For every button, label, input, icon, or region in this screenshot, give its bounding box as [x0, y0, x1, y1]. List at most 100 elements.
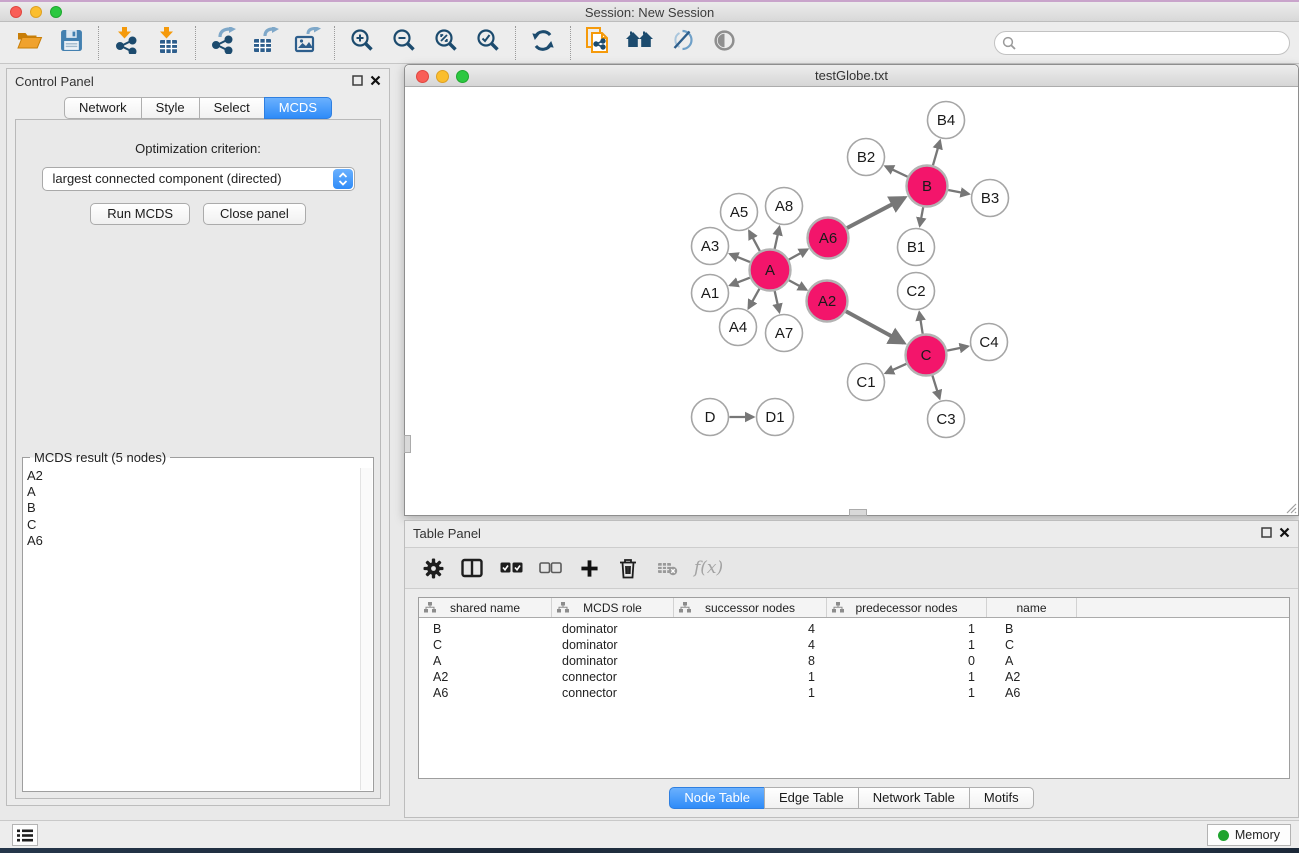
zoom-in-button[interactable] — [341, 25, 383, 61]
network-minimize-button[interactable] — [436, 70, 449, 83]
network-close-button[interactable] — [416, 70, 429, 83]
tab-motifs[interactable]: Motifs — [969, 787, 1034, 809]
network-zoom-button[interactable] — [456, 70, 469, 83]
mcds-result-item[interactable]: A6 — [27, 533, 373, 549]
show-hide-eye-button[interactable] — [703, 25, 745, 61]
optimization-criterion-select[interactable]: largest connected component (directed) — [42, 167, 355, 191]
zoom-fit-button[interactable] — [425, 25, 467, 61]
graph-node-A6[interactable]: A6 — [808, 218, 849, 259]
graph-node-B3[interactable]: B3 — [972, 180, 1009, 217]
close-panel-icon[interactable] — [370, 75, 381, 86]
tab-select[interactable]: Select — [199, 97, 265, 119]
graph-edge[interactable] — [789, 249, 808, 259]
graph-edge[interactable] — [947, 346, 968, 350]
column-header-shared-name[interactable]: shared name — [419, 598, 552, 617]
splitter-handle-bottom[interactable] — [849, 509, 867, 516]
graph-node-A7[interactable]: A7 — [766, 315, 803, 352]
graph-edge[interactable] — [933, 141, 940, 166]
graph-node-D1[interactable]: D1 — [757, 399, 794, 436]
create-column-button[interactable] — [577, 556, 601, 580]
graph-node-B[interactable]: B — [907, 166, 948, 207]
tab-edge-table[interactable]: Edge Table — [764, 787, 859, 809]
graph-node-C4[interactable]: C4 — [971, 324, 1008, 361]
export-table-button[interactable] — [244, 25, 286, 61]
close-panel-button[interactable]: Close panel — [203, 203, 306, 225]
graph-edge[interactable] — [789, 280, 806, 290]
graph-node-C[interactable]: C — [906, 335, 947, 376]
zoom-out-button[interactable] — [383, 25, 425, 61]
graph-node-A2[interactable]: A2 — [807, 281, 848, 322]
tab-network-table[interactable]: Network Table — [858, 787, 970, 809]
graph-node-C1[interactable]: C1 — [848, 364, 885, 401]
table-row[interactable]: A2connector11A2 — [419, 669, 1289, 685]
float-panel-icon[interactable] — [1261, 527, 1272, 538]
table-row[interactable]: A6connector11A6 — [419, 685, 1289, 701]
graph-edge[interactable] — [730, 278, 750, 286]
graph-node-A4[interactable]: A4 — [720, 309, 757, 346]
tab-style[interactable]: Style — [141, 97, 200, 119]
graph-node-B1[interactable]: B1 — [898, 229, 935, 266]
zoom-selected-button[interactable] — [467, 25, 509, 61]
delete-column-button[interactable] — [616, 556, 640, 580]
open-session-button[interactable] — [8, 25, 50, 61]
graph-edge[interactable] — [847, 198, 904, 228]
graph-edge[interactable] — [749, 289, 760, 309]
tab-node-table[interactable]: Node Table — [669, 787, 765, 809]
graph-edge[interactable] — [919, 312, 922, 334]
column-header-mcds-role[interactable]: MCDS role — [552, 598, 674, 617]
mcds-result-item[interactable]: A — [27, 484, 373, 500]
function-builder-button[interactable]: f(x) — [694, 556, 723, 580]
resize-grip-icon[interactable] — [1283, 500, 1297, 514]
close-panel-icon[interactable] — [1279, 527, 1290, 538]
mcds-result-item[interactable]: A2 — [27, 468, 373, 484]
home-button[interactable] — [619, 25, 661, 61]
memory-button[interactable]: Memory — [1207, 824, 1291, 846]
select-all-button[interactable] — [499, 556, 523, 580]
delete-table-button[interactable] — [655, 556, 679, 580]
graph-edge[interactable] — [730, 254, 750, 262]
run-mcds-button[interactable]: Run MCDS — [90, 203, 190, 225]
graph-edge[interactable] — [886, 364, 907, 373]
graph-edge[interactable] — [920, 207, 923, 226]
graph-node-A5[interactable]: A5 — [721, 194, 758, 231]
hide-panels-button[interactable] — [661, 25, 703, 61]
show-column-button[interactable] — [460, 556, 484, 580]
graph-node-A8[interactable]: A8 — [766, 188, 803, 225]
graph-node-A[interactable]: A — [750, 250, 791, 291]
splitter-handle-left[interactable] — [404, 435, 411, 453]
graph-node-C3[interactable]: C3 — [928, 401, 965, 438]
table-row[interactable]: Bdominator41B — [419, 621, 1289, 637]
table-settings-button[interactable] — [421, 556, 445, 580]
float-panel-icon[interactable] — [352, 75, 363, 86]
search-input[interactable] — [994, 31, 1290, 55]
column-header-name[interactable]: name — [987, 598, 1077, 617]
column-header-successor-nodes[interactable]: successor nodes — [674, 598, 827, 617]
export-image-button[interactable] — [286, 25, 328, 61]
mcds-result-scrollbar[interactable] — [360, 468, 372, 790]
graph-node-A3[interactable]: A3 — [692, 228, 729, 265]
graph-node-B2[interactable]: B2 — [848, 139, 885, 176]
graph-edge[interactable] — [846, 311, 904, 342]
graph-node-D[interactable]: D — [692, 399, 729, 436]
graph-edge[interactable] — [932, 376, 939, 399]
tab-network[interactable]: Network — [64, 97, 142, 119]
mcds-result-item[interactable]: C — [27, 517, 373, 533]
refresh-button[interactable] — [522, 25, 564, 61]
table-row[interactable]: Cdominator41C — [419, 637, 1289, 653]
mcds-result-item[interactable]: B — [27, 500, 373, 516]
table-row[interactable]: Adominator80A — [419, 653, 1289, 669]
network-canvas[interactable]: B4 B2 B B3 A8A5 A6 A3 B1 A A1 C2 A2 A4A7 C4 C C1 C3 D D1 — [405, 87, 1298, 515]
graph-edge[interactable] — [749, 231, 760, 251]
duplicate-network-button[interactable] — [577, 25, 619, 61]
graph-edge[interactable] — [775, 227, 780, 249]
deselect-all-button[interactable] — [538, 556, 562, 580]
graph-edge[interactable] — [775, 291, 780, 312]
graph-node-A1[interactable]: A1 — [692, 275, 729, 312]
tab-mcds[interactable]: MCDS — [264, 97, 332, 119]
graph-node-C2[interactable]: C2 — [898, 273, 935, 310]
save-session-button[interactable] — [50, 25, 92, 61]
task-history-button[interactable] — [12, 824, 38, 846]
graph-edge[interactable] — [885, 166, 907, 177]
graph-node-B4[interactable]: B4 — [928, 102, 965, 139]
column-header-predecessor-nodes[interactable]: predecessor nodes — [827, 598, 987, 617]
